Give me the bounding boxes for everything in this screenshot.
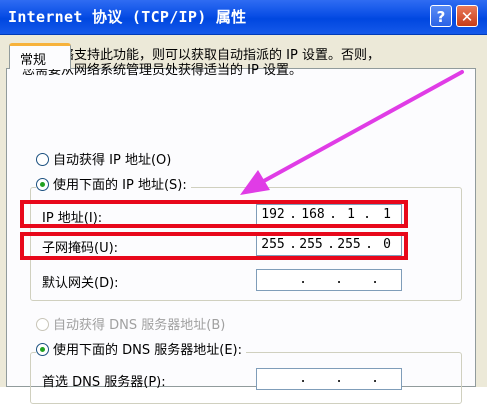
tab-general[interactable]: 常规 (9, 43, 71, 69)
tab-label: 常规 (20, 53, 47, 68)
annotation-arrow-icon (240, 70, 464, 195)
